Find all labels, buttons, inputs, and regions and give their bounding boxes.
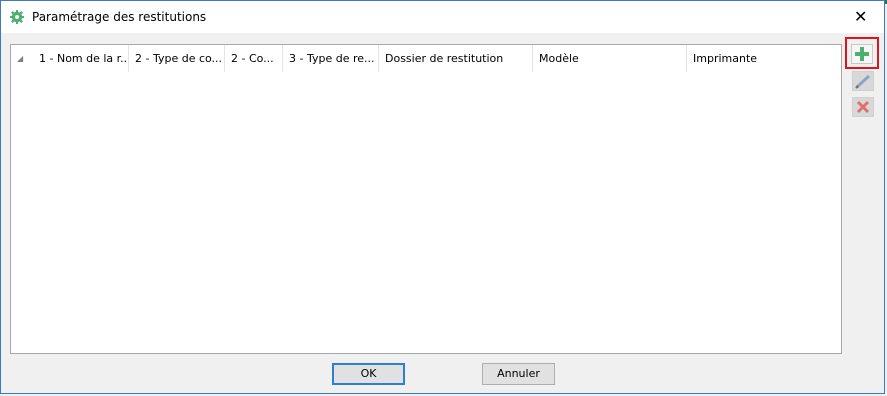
pencil-icon	[855, 74, 871, 89]
column-header-type-co[interactable]: 2 - Type de co...	[129, 45, 225, 72]
settings-dialog: Paramétrage des restitutions ✕ ◢ 1 - Nom…	[0, 0, 885, 394]
column-header-imprimante[interactable]: Imprimante	[687, 45, 841, 72]
ok-button[interactable]: OK	[332, 363, 405, 385]
restitutions-grid[interactable]: ◢ 1 - Nom de la r... 2 - Type de co... 2…	[10, 44, 842, 354]
title-bar: Paramétrage des restitutions ✕	[1, 1, 884, 33]
sort-indicator-icon[interactable]: ◢	[17, 54, 23, 63]
close-button[interactable]: ✕	[838, 1, 884, 33]
delete-button[interactable]	[852, 97, 874, 117]
edit-button[interactable]	[852, 71, 874, 91]
dialog-title: Paramétrage des restitutions	[32, 10, 207, 24]
column-header-type-re[interactable]: 3 - Type de re...	[283, 45, 379, 72]
column-header-co[interactable]: 2 - Co...	[225, 45, 283, 72]
column-header-nom[interactable]: 1 - Nom de la r...	[33, 45, 129, 72]
close-icon: ✕	[854, 7, 868, 26]
column-header-modele[interactable]: Modèle	[533, 45, 687, 72]
delete-x-icon	[856, 100, 870, 114]
column-header-dossier[interactable]: Dossier de restitution	[379, 45, 533, 72]
grid-header: ◢ 1 - Nom de la r... 2 - Type de co... 2…	[11, 45, 841, 72]
plus-icon	[855, 47, 869, 61]
add-button[interactable]	[851, 44, 873, 64]
cancel-button[interactable]: Annuler	[482, 363, 555, 385]
gear-icon	[10, 10, 24, 24]
